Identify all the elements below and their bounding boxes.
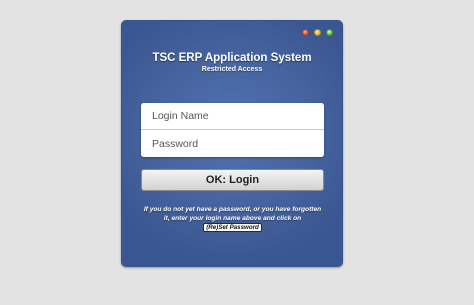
help-message: If you do not yet have a password, or yo… [142,206,323,233]
window-title: TSC ERP Application System [152,52,312,64]
reset-password-button[interactable]: (Re)Set Password [203,223,262,233]
window-controls [302,29,333,36]
login-button[interactable]: OK: Login [141,169,324,191]
minimize-light-icon[interactable] [314,29,321,36]
window-subtitle: Restricted Access [201,66,263,73]
login-name-input[interactable] [141,103,324,130]
zoom-light-icon[interactable] [326,29,333,36]
password-input[interactable] [141,130,324,157]
credentials-group [141,103,324,157]
close-light-icon[interactable] [302,29,309,36]
help-text: If you do not yet have a password, or yo… [143,206,322,222]
login-window: TSC ERP Application System Restricted Ac… [121,20,343,267]
